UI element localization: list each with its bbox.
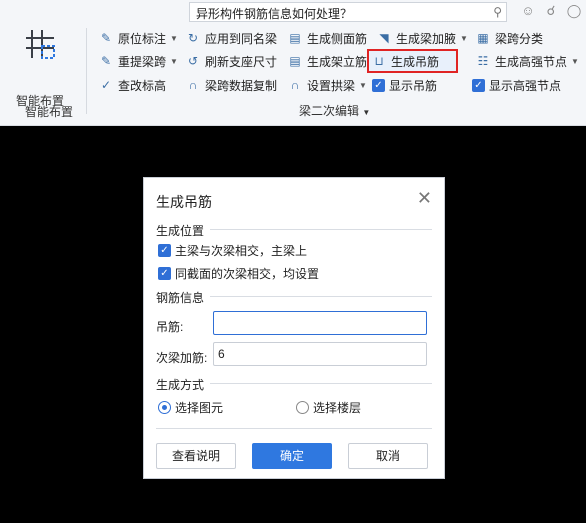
search-icon[interactable]: ⚲ [493, 5, 502, 19]
hanger-input[interactable] [213, 311, 427, 335]
section-divider [210, 229, 432, 230]
erect-rebar-button[interactable]: ▤ 生成架立筋 [285, 51, 369, 71]
radio-select-element[interactable]: 选择图元 [158, 399, 223, 416]
chevron-down-icon: ▼ [571, 56, 579, 66]
secondary-field-label: 次梁加筋: [156, 351, 208, 365]
refresh-support-button[interactable]: ↺ 刷新支座尺寸 [183, 51, 279, 71]
hanger-icon: ⊔ [374, 54, 384, 68]
span-split-button[interactable]: ▦ 梁跨分类 [473, 28, 545, 48]
secondary-rebar-input[interactable]: 6 [213, 342, 427, 366]
arch-beam-button[interactable]: ∩ 设置拱梁 ▼ [285, 75, 369, 95]
radio-select-floor[interactable]: 选择楼层 [296, 399, 361, 416]
section-method-label: 生成方式 [156, 378, 205, 392]
copy-icon: ∩ [188, 78, 198, 92]
check-icon: ✓ [158, 267, 171, 280]
hanger-rebar-button[interactable]: ⊔ 生成吊筋 [367, 49, 458, 73]
chevron-down-icon: ▼ [359, 80, 367, 90]
span-data-copy-button[interactable]: ∩ 梁跨数据复制 [183, 75, 279, 95]
search-box[interactable]: 异形构件钢筋信息如何处理？ ⚲ [189, 2, 507, 22]
haunch-button[interactable]: ◥ 生成梁加腋 ▼ [374, 28, 470, 48]
check-main-secondary[interactable]: ✓ 主梁与次梁相交，主梁上 [158, 242, 307, 259]
check-elevation-button[interactable]: ✓ 查改标高 [96, 75, 168, 95]
check-icon: ✓ [472, 78, 485, 92]
arch-icon: ∩ [290, 78, 300, 92]
side-rebar-icon: ▤ [289, 31, 301, 45]
span-split-icon: ▦ [477, 31, 489, 45]
headset-icon[interactable]: ☌ [543, 3, 559, 19]
footer-divider [156, 428, 432, 429]
refresh-icon: ↺ [187, 54, 199, 68]
high-strength-node-button[interactable]: ☷ 生成高强节点 ▼ [473, 51, 581, 71]
dialog-title: 生成吊筋 [156, 194, 212, 210]
check-same-section[interactable]: ✓ 同截面的次梁相交，均设置 [158, 265, 319, 282]
section-divider [210, 296, 432, 297]
ribbon: 异形构件钢筋信息如何处理？ ⚲ ☺ ☌ ◯ 智能布置 智能布置 ✎ 原位标注 ▼… [0, 0, 586, 126]
erect-rebar-icon: ▤ [289, 54, 301, 68]
generate-hanger-dialog: 生成吊筋 ✕ 生成位置 ✓ 主梁与次梁相交，主梁上 ✓ 同截面的次梁相交，均设置… [143, 177, 445, 479]
high-node-icon: ☷ [477, 54, 489, 68]
chevron-down-icon: ▼ [362, 108, 371, 117]
apply-icon: ↻ [187, 31, 199, 45]
hanger-field-label: 吊筋: [156, 320, 184, 334]
chevron-down-icon: ▼ [170, 56, 178, 66]
grid-layout-icon [26, 30, 55, 59]
section-position-label: 生成位置 [156, 224, 205, 238]
check-icon: ✓ [372, 78, 385, 92]
elevation-icon: ✓ [100, 78, 112, 92]
apply-same-name-button[interactable]: ↻ 应用到同名梁 [183, 28, 279, 48]
yuanwei-button[interactable]: ✎ 原位标注 ▼ [96, 28, 180, 48]
haunch-icon: ◥ [379, 31, 389, 45]
check-icon: ✓ [158, 244, 171, 257]
help-button[interactable]: 查看说明 [156, 443, 236, 469]
side-rebar-button[interactable]: ▤ 生成侧面筋 [285, 28, 369, 48]
re-extract-icon: ✎ [100, 54, 112, 68]
chat-icon[interactable]: ◯ [566, 3, 582, 19]
chevron-down-icon: ▼ [170, 33, 178, 43]
group-divider [86, 28, 87, 114]
search-input[interactable]: 异形构件钢筋信息如何处理？ [196, 5, 352, 22]
show-hanger-checkbox[interactable]: ✓ 显示吊筋 [370, 75, 439, 95]
annotation-icon: ✎ [100, 31, 112, 45]
cancel-button[interactable]: 取消 [348, 443, 428, 469]
radio-selected-icon [158, 401, 171, 414]
close-icon[interactable]: ✕ [417, 188, 432, 209]
beam-edit-group-label: 梁二次编辑 ▼ [299, 104, 371, 118]
account-icon[interactable]: ☺ [520, 3, 536, 19]
chevron-down-icon: ▼ [460, 33, 468, 43]
section-divider [210, 383, 432, 384]
show-high-node-checkbox[interactable]: ✓ 显示高强节点 [470, 75, 563, 95]
section-rebar-label: 钢筋信息 [156, 291, 205, 305]
re-extract-span-button[interactable]: ✎ 重提梁跨 ▼ [96, 51, 180, 71]
radio-unselected-icon [296, 401, 309, 414]
smart-layout-group-label: 智能布置 [25, 105, 74, 119]
ok-button[interactable]: 确定 [252, 443, 332, 469]
